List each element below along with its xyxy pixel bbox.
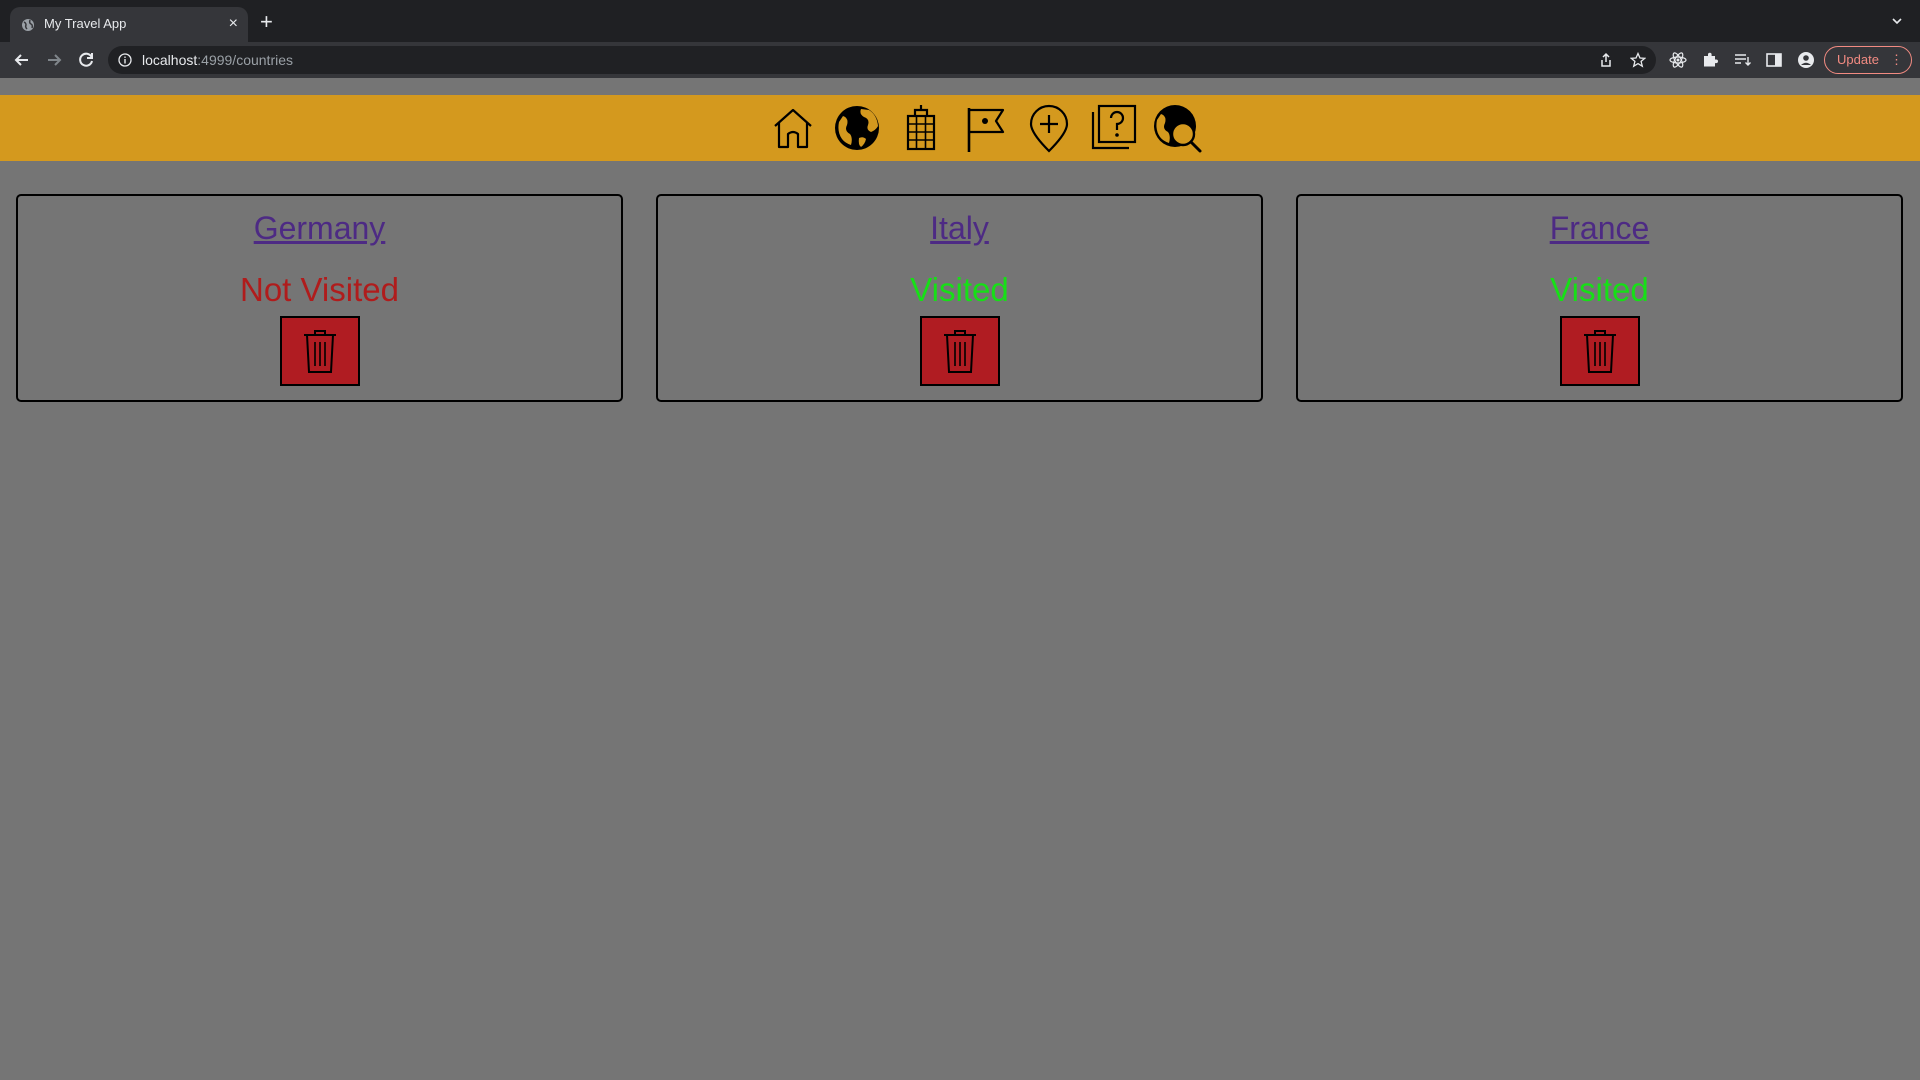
add-location-icon bbox=[1029, 104, 1069, 153]
quiz-icon bbox=[1091, 104, 1137, 150]
country-card: Germany Not Visited bbox=[16, 194, 623, 402]
chevron-down-icon[interactable] bbox=[1892, 16, 1902, 26]
extensions-puzzle-icon[interactable] bbox=[1701, 51, 1719, 69]
new-tab-button[interactable]: + bbox=[260, 11, 273, 33]
update-button[interactable]: Update ⋮ bbox=[1824, 46, 1912, 74]
trash-icon bbox=[1583, 330, 1616, 373]
forward-arrow-icon[interactable] bbox=[44, 50, 64, 70]
address-bar[interactable]: localhost:4999/countries bbox=[108, 46, 1656, 74]
app-nav bbox=[765, 100, 1205, 156]
country-card-list: Germany Not Visited Italy Visited France… bbox=[16, 194, 1903, 402]
bookmark-star-icon[interactable] bbox=[1630, 52, 1646, 68]
country-link[interactable]: Germany bbox=[254, 210, 386, 247]
browser-tab-strip: My Travel App × + bbox=[0, 0, 1920, 42]
app-header bbox=[0, 95, 1920, 161]
globe-icon bbox=[835, 106, 879, 150]
tab-title: My Travel App bbox=[44, 16, 127, 31]
nav-explore[interactable] bbox=[1149, 100, 1205, 156]
url-text: localhost:4999/countries bbox=[142, 52, 293, 68]
globe-favicon-icon bbox=[22, 19, 34, 31]
home-icon bbox=[774, 108, 812, 149]
trash-icon bbox=[943, 330, 976, 373]
nav-flags[interactable] bbox=[957, 100, 1013, 156]
visit-status: Visited bbox=[1550, 271, 1649, 308]
visit-status: Visited bbox=[910, 271, 1009, 308]
country-link[interactable]: France bbox=[1550, 210, 1650, 247]
nav-home[interactable] bbox=[765, 100, 821, 156]
browser-toolbar: localhost:4999/countries Update ⋮ bbox=[0, 42, 1920, 78]
delete-button[interactable] bbox=[919, 316, 1000, 386]
delete-button[interactable] bbox=[1559, 316, 1640, 386]
delete-button[interactable] bbox=[279, 316, 360, 386]
visit-status: Not Visited bbox=[240, 271, 399, 308]
country-card: France Visited bbox=[1296, 194, 1903, 402]
react-devtools-icon[interactable] bbox=[1669, 51, 1687, 69]
profile-avatar-icon[interactable] bbox=[1797, 51, 1815, 69]
share-icon[interactable] bbox=[1598, 52, 1614, 68]
info-icon[interactable] bbox=[118, 53, 132, 67]
back-arrow-icon[interactable] bbox=[12, 50, 32, 70]
nav-add-location[interactable] bbox=[1021, 100, 1077, 156]
nav-cities[interactable] bbox=[893, 100, 949, 156]
trash-icon bbox=[303, 330, 336, 373]
menu-dots-icon: ⋮ bbox=[1890, 52, 1903, 67]
browser-tab[interactable]: My Travel App × bbox=[10, 7, 248, 42]
country-link[interactable]: Italy bbox=[930, 210, 989, 247]
city-building-icon bbox=[906, 105, 936, 151]
reading-list-icon[interactable] bbox=[1733, 51, 1751, 69]
country-card: Italy Visited bbox=[656, 194, 1263, 402]
reload-icon[interactable] bbox=[76, 50, 96, 70]
tab-close-icon[interactable]: × bbox=[229, 15, 238, 33]
nav-countries[interactable] bbox=[829, 100, 885, 156]
globe-search-icon bbox=[1154, 105, 1202, 153]
nav-quiz[interactable] bbox=[1085, 100, 1141, 156]
flag-icon bbox=[967, 108, 1005, 152]
side-panel-icon[interactable] bbox=[1765, 51, 1783, 69]
